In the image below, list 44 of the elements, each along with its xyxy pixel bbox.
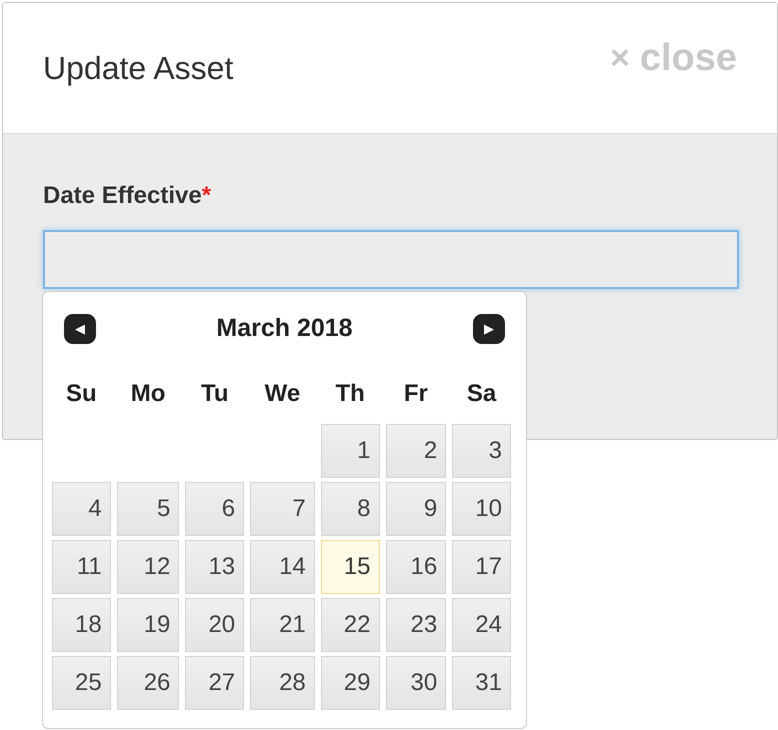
day-button[interactable]: 7	[250, 482, 315, 536]
day-button[interactable]: 9	[386, 482, 446, 536]
day-button[interactable]: 15	[320, 540, 380, 594]
month-title: March 2018	[216, 313, 353, 344]
day-button[interactable]: 14	[250, 540, 315, 594]
day-button[interactable]: 4	[52, 482, 111, 536]
day-button[interactable]: 21	[250, 598, 315, 652]
weekday-label: Fr	[404, 380, 428, 407]
weekday-label: Mo	[130, 380, 166, 407]
day-button[interactable]: 11	[52, 540, 111, 594]
day-button[interactable]: 2	[386, 424, 446, 478]
day-button[interactable]: 26	[116, 656, 180, 710]
day-button[interactable]: 3	[452, 424, 511, 478]
previous-month-button[interactable]: ◀	[64, 314, 96, 344]
day-button[interactable]: 20	[185, 598, 244, 652]
day-button[interactable]: 16	[386, 540, 446, 594]
field-label: Date Effective*	[43, 181, 212, 211]
day-button[interactable]: 6	[185, 482, 244, 536]
day-button[interactable]: 22	[320, 598, 380, 652]
day-button[interactable]: 27	[185, 656, 244, 710]
date-input-field[interactable]	[43, 230, 739, 289]
day-button[interactable]: 24	[452, 598, 511, 652]
weekday-label: Th	[335, 380, 365, 407]
day-button[interactable]: 25	[52, 656, 111, 710]
day-button[interactable]: 19	[116, 598, 180, 652]
weekday-label: Sa	[466, 380, 496, 407]
weekday-label: Su	[66, 380, 97, 407]
next-month-button[interactable]: ▶	[472, 314, 505, 344]
dialog-title: Update Asset	[43, 48, 234, 88]
day-button[interactable]: 30	[386, 656, 446, 710]
day-button[interactable]: 10	[452, 482, 511, 536]
day-button[interactable]: 17	[452, 540, 511, 594]
day-button[interactable]: 8	[320, 482, 380, 536]
day-button[interactable]: 28	[250, 656, 315, 710]
day-button[interactable]: 18	[52, 598, 111, 652]
day-button[interactable]: 12	[116, 540, 180, 594]
day-button[interactable]: 23	[386, 598, 446, 652]
day-button[interactable]: 29	[320, 656, 380, 710]
day-button[interactable]: 1	[320, 424, 380, 478]
day-button[interactable]: 5	[116, 482, 180, 536]
weekday-label: We	[264, 380, 300, 407]
weekday-label: Tu	[201, 380, 229, 407]
day-button[interactable]: 13	[185, 540, 244, 594]
day-button[interactable]: 31	[452, 656, 511, 710]
